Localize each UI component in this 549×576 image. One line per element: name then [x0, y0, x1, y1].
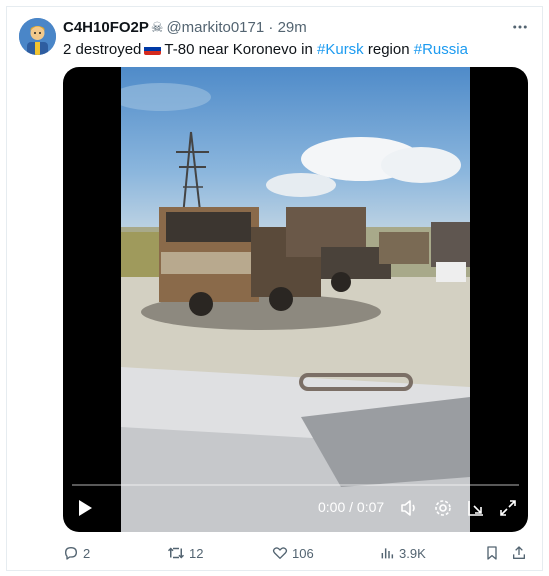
tweet-header: C4H10FO2P ☠ @markito0171 · 29m: [63, 18, 307, 37]
display-name[interactable]: C4H10FO2P: [63, 19, 149, 36]
separator-dot: ·: [268, 19, 274, 36]
more-horizontal-icon: [513, 25, 527, 29]
volume-icon[interactable]: [399, 498, 419, 518]
text-region: region: [367, 41, 410, 58]
skull-icon: ☠: [150, 19, 164, 35]
text-prefix: 2 destroyed: [63, 41, 142, 58]
video-controls: 0:00 / 0:07: [63, 484, 528, 532]
tweet-text: 2 destroyed T-80 near Koronevo in #Kursk …: [63, 40, 468, 60]
video-progress-bar[interactable]: [72, 484, 519, 486]
tweet-actions: 2 12 106 3.9K: [63, 542, 533, 564]
hashtag-russia[interactable]: #Russia: [414, 41, 468, 58]
bookmark-icon: [487, 546, 497, 560]
avatar[interactable]: [19, 18, 56, 55]
pip-icon[interactable]: [466, 498, 486, 518]
view-count: 3.9K: [399, 545, 426, 561]
russia-flag-icon: [144, 43, 162, 55]
reply-icon: [65, 547, 77, 560]
bookmark-button[interactable]: [484, 542, 504, 564]
heart-icon: [272, 547, 288, 559]
repost-icon: [167, 547, 185, 559]
hashtag-kursk[interactable]: #Kursk: [317, 41, 364, 58]
like-button[interactable]: 106: [272, 542, 314, 564]
play-icon[interactable]: [75, 498, 95, 518]
video-player[interactable]: 0:00 / 0:07: [63, 67, 528, 532]
share-button[interactable]: [511, 542, 531, 564]
repost-button[interactable]: 12: [167, 542, 203, 564]
video-frame: [121, 67, 470, 532]
like-count: 106: [292, 545, 314, 561]
timestamp[interactable]: 29m: [278, 19, 307, 36]
fullscreen-icon[interactable]: [498, 498, 518, 518]
settings-icon[interactable]: [433, 498, 453, 518]
views-bar-chart-icon: [381, 548, 394, 559]
reply-button[interactable]: 2: [63, 542, 90, 564]
repost-count: 12: [189, 545, 204, 561]
share-icon: [513, 546, 525, 559]
video-timer: 0:00 / 0:07: [318, 499, 385, 515]
user-handle[interactable]: @markito0171: [166, 19, 264, 36]
views-button[interactable]: 3.9K: [379, 542, 426, 564]
text-middle: T-80 near Koronevo in: [164, 41, 313, 58]
more-options-button[interactable]: [508, 15, 532, 39]
reply-count: 2: [83, 545, 91, 561]
